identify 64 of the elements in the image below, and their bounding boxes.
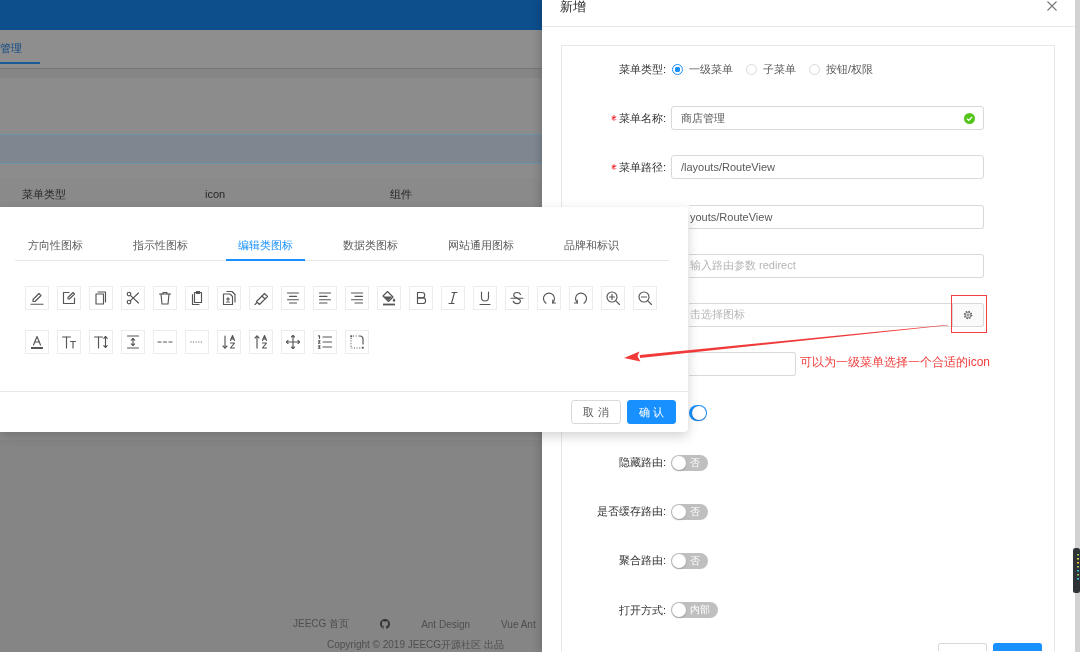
text-field[interactable]: youts/RouteView: [689, 204, 984, 229]
clipboard-icon[interactable]: [185, 286, 209, 310]
category-tab[interactable]: 品牌和标识: [552, 232, 631, 261]
rounded-corner-icon[interactable]: [345, 330, 369, 354]
font-size-icon[interactable]: [57, 330, 81, 354]
close-icon[interactable]: [1047, 1, 1057, 11]
number-field[interactable]: [689, 352, 796, 377]
scrollbar[interactable]: [1075, 0, 1080, 652]
field-label: 菜单类型:: [618, 61, 666, 77]
side-handle-icon[interactable]: [1073, 548, 1080, 593]
align-left-icon[interactable]: [313, 286, 337, 310]
footer-button[interactable]: [993, 643, 1042, 652]
bold-icon[interactable]: [409, 286, 433, 310]
settings-button[interactable]: [953, 302, 984, 327]
text-field[interactable]: 商店管理: [671, 106, 984, 131]
cancel-button[interactable]: 取 消: [571, 400, 621, 424]
copy-icon[interactable]: [89, 286, 113, 310]
strikethrough-icon[interactable]: [505, 286, 529, 310]
field-label: 菜单名称:: [618, 110, 666, 126]
document-plus-minus-icon[interactable]: [217, 286, 241, 310]
field-label: 菜单路径:: [618, 159, 666, 175]
field-label: 聚合路由:: [618, 553, 666, 569]
line-height-icon[interactable]: [89, 330, 113, 354]
trash-icon[interactable]: [153, 286, 177, 310]
text-field[interactable]: /layouts/RouteView: [671, 155, 984, 180]
column-header: icon: [205, 188, 226, 200]
field-label: 隐藏路由:: [618, 455, 666, 470]
radio-icon[interactable]: [672, 63, 683, 75]
column-header: 组件: [390, 186, 412, 202]
toggle-switch[interactable]: [689, 405, 707, 422]
column-height-icon[interactable]: [121, 330, 145, 354]
field-label: 是否缓存路由:: [596, 504, 666, 520]
sort-descending-icon[interactable]: [249, 330, 273, 354]
github-icon[interactable]: [380, 619, 391, 629]
undo-icon[interactable]: [569, 286, 593, 310]
align-center-icon[interactable]: [281, 286, 305, 310]
edit-square-icon[interactable]: [57, 286, 81, 310]
radio-option[interactable]: 按钮/权限: [809, 61, 874, 77]
category-tab[interactable]: 指示性图标: [121, 232, 200, 261]
category-tab[interactable]: 数据类图标: [331, 232, 410, 261]
font-color-icon[interactable]: [25, 330, 49, 354]
italic-icon[interactable]: [441, 286, 465, 310]
drawer-title: 新增: [560, 0, 586, 14]
radio-option[interactable]: 一级菜单: [672, 61, 733, 77]
ordered-list-icon[interactable]: [313, 330, 337, 354]
sort-ascending-icon[interactable]: [217, 330, 241, 354]
paint-bucket-icon[interactable]: [377, 286, 401, 310]
highlighter-icon[interactable]: [249, 286, 273, 310]
pencil-icon[interactable]: [25, 286, 49, 310]
category-tab[interactable]: 方向性图标: [16, 232, 95, 261]
align-right-icon[interactable]: [345, 286, 369, 310]
radio-option[interactable]: 子菜单: [746, 61, 796, 77]
underline-icon[interactable]: [473, 286, 497, 310]
annotation-text: 可以为一级菜单选择一个合适的icon: [800, 355, 990, 369]
move-arrows-icon[interactable]: [281, 330, 305, 354]
zoom-in-icon[interactable]: [601, 286, 625, 310]
field-label: 打开方式:: [618, 602, 666, 618]
redo-icon[interactable]: [537, 286, 561, 310]
annotation-box: [951, 295, 987, 333]
category-tab[interactable]: 网站通用图标: [436, 232, 526, 261]
column-header: 菜单类型: [22, 186, 66, 202]
zoom-out-icon[interactable]: [633, 286, 657, 310]
settings-icon: [963, 309, 973, 320]
scissors-icon[interactable]: [121, 286, 145, 310]
